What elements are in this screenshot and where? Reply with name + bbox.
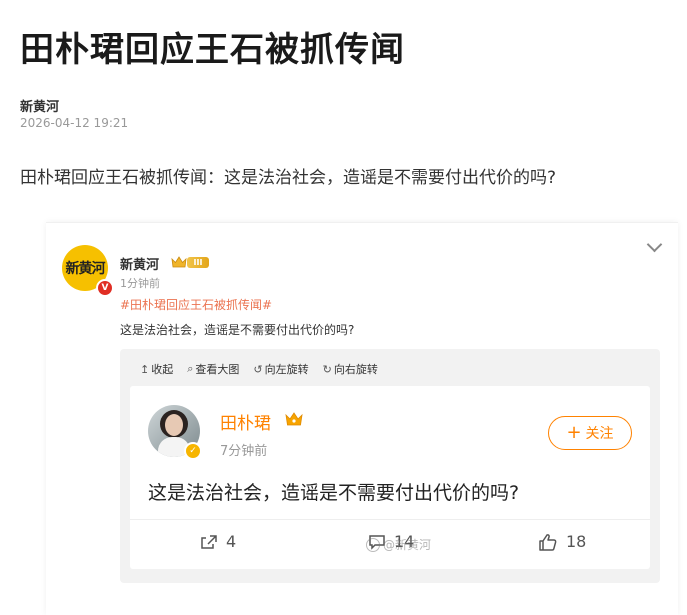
embedded-text: 这是法治社会，造谣是不需要付出代价的吗?	[148, 482, 520, 504]
image-viewer: ↥ 收起 ⌕ 查看大图 ↺ 向左旋转 ↻ 向右旋转 ✓ 田朴珺 7分钟前 + 关…	[120, 349, 660, 583]
rotate-left-label: 向左旋转	[264, 363, 309, 376]
post-time: 1分钟前	[120, 277, 160, 290]
rotate-left-button[interactable]: ↺ 向左旋转	[253, 361, 308, 377]
repost-count: 4	[226, 532, 237, 551]
plus-icon: +	[566, 422, 582, 443]
collapse-icon: ↥	[140, 362, 150, 376]
rotate-left-icon: ↺	[253, 362, 263, 376]
collapse-label: 收起	[151, 363, 174, 376]
like-count: 18	[566, 532, 587, 551]
verified-badge: V	[96, 279, 114, 297]
article-author[interactable]: 新黄河	[20, 96, 59, 115]
rotate-right-icon: ↻	[322, 362, 332, 376]
article-date: 2026-04-12 19:21	[20, 116, 129, 130]
avatar-logo-text: 新黄河	[65, 261, 106, 277]
embedded-post-screenshot: ✓ 田朴珺 7分钟前 + 关注 这是法治社会，造谣是不需要付出代价的吗? 4 1…	[130, 386, 650, 569]
article-title: 田朴珺回应王石被抓传闻	[20, 30, 405, 70]
watermark-text: @新黄河	[383, 538, 432, 552]
view-large-button[interactable]: ⌕ 查看大图	[187, 361, 239, 377]
post-text: 这是法治社会，造谣是不需要付出代价的吗?	[120, 323, 355, 337]
post-author[interactable]: 新黄河	[120, 254, 159, 273]
crown-icon	[285, 412, 303, 426]
embedded-time: 7分钟前	[220, 444, 268, 459]
article-lead: 田朴珺回应王石被抓传闻：这是法治社会，造谣是不需要付出代价的吗?	[20, 168, 557, 188]
view-large-label: 查看大图	[195, 363, 240, 376]
verified-badge-gold: ✓	[184, 442, 202, 460]
chevron-down-icon[interactable]	[646, 236, 663, 253]
weibo-post-card: 新黄河 V 新黄河 III 1分钟前 #田朴珺回应王石被抓传闻# 这是法治社会，…	[46, 222, 678, 615]
watermark: @新黄河	[366, 536, 431, 553]
follow-label: 关注	[585, 426, 614, 442]
embedded-author: 田朴珺	[220, 414, 271, 434]
avatar-face-shape	[165, 414, 183, 436]
like-action: 18	[538, 532, 586, 551]
topic-link[interactable]: #田朴珺回应王石被抓传闻#	[120, 296, 272, 313]
weibo-watermark-icon	[366, 537, 380, 552]
divider	[130, 519, 650, 520]
thumbs-up-icon	[539, 533, 557, 551]
collapse-button[interactable]: ↥ 收起	[140, 361, 173, 377]
share-icon	[201, 534, 217, 549]
repost-action: 4	[200, 532, 236, 551]
follow-button: + 关注	[548, 416, 632, 450]
search-icon: ⌕	[187, 362, 194, 375]
crown-icon	[171, 256, 187, 268]
rotate-right-label: 向右旋转	[333, 363, 378, 376]
level-badge: III	[187, 257, 209, 268]
rotate-right-button[interactable]: ↻ 向右旋转	[323, 361, 378, 377]
image-toolbar: ↥ 收起 ⌕ 查看大图 ↺ 向左旋转 ↻ 向右旋转	[140, 361, 378, 377]
